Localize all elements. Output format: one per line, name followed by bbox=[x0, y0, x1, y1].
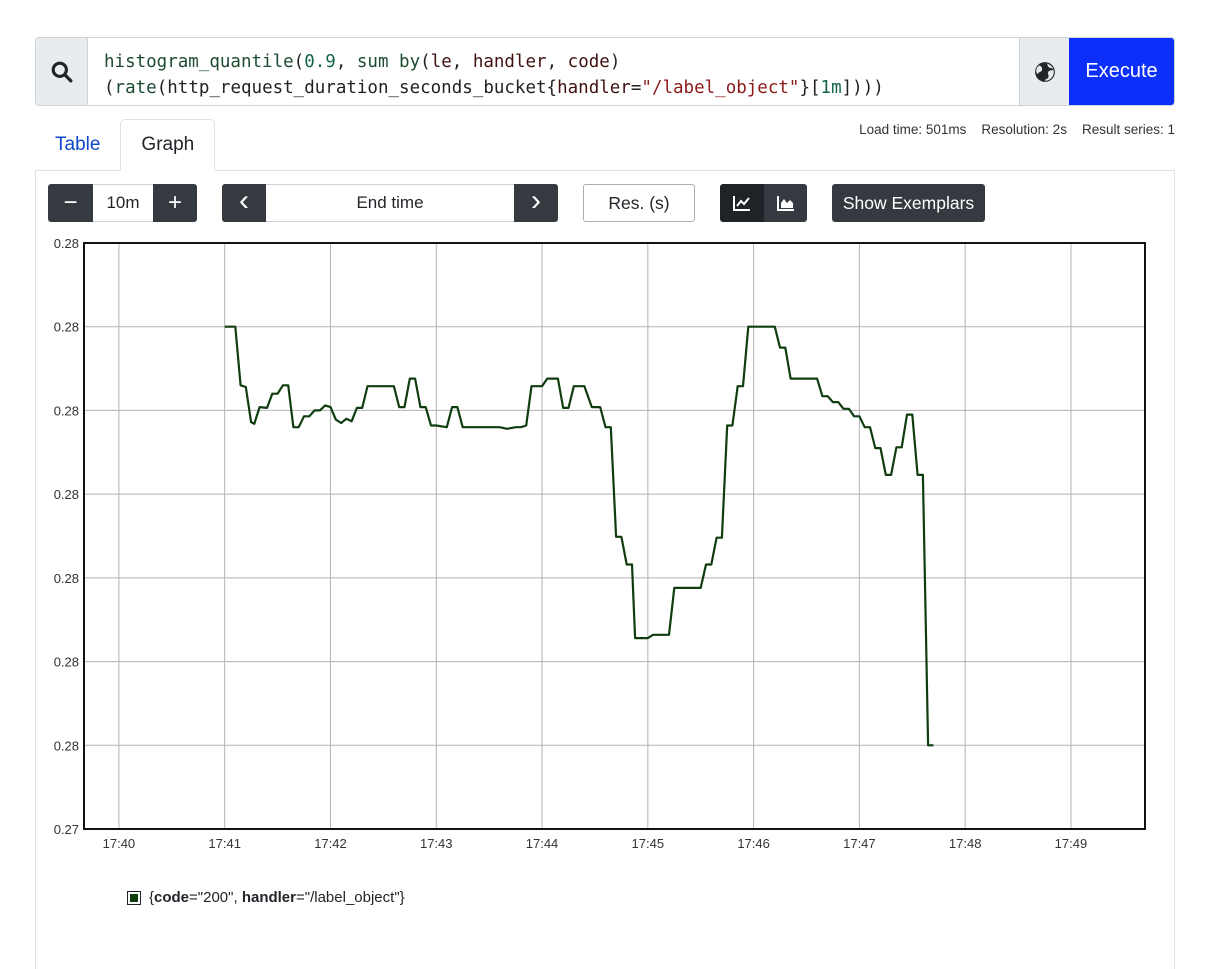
legend-label: {code="200", handler="/label_object"} bbox=[149, 889, 405, 906]
y-tick-label: 0.28 bbox=[54, 236, 79, 251]
plot-frame bbox=[83, 242, 1146, 830]
y-tick-label: 0.28 bbox=[54, 738, 79, 753]
x-tick-label: 17:44 bbox=[526, 836, 559, 851]
series-line bbox=[224, 325, 934, 747]
x-tick-label: 17:48 bbox=[949, 836, 982, 851]
x-tick-label: 17:43 bbox=[420, 836, 453, 851]
legend[interactable]: {code="200", handler="/label_object"} bbox=[127, 889, 405, 906]
y-tick-label: 0.28 bbox=[54, 571, 79, 586]
y-tick-label: 0.28 bbox=[54, 320, 79, 335]
x-tick-label: 17:47 bbox=[843, 836, 876, 851]
y-tick-label: 0.28 bbox=[54, 655, 79, 670]
y-tick-label: 0.28 bbox=[54, 487, 79, 502]
x-tick-label: 17:46 bbox=[737, 836, 770, 851]
x-tick-label: 17:42 bbox=[314, 836, 347, 851]
x-tick-label: 17:45 bbox=[632, 836, 665, 851]
x-tick-label: 17:49 bbox=[1055, 836, 1088, 851]
x-tick-label: 17:41 bbox=[208, 836, 241, 851]
legend-swatch bbox=[127, 890, 141, 905]
y-tick-label: 0.28 bbox=[54, 403, 79, 418]
y-tick-label: 0.27 bbox=[54, 822, 79, 837]
x-tick-label: 17:40 bbox=[103, 836, 136, 851]
tab-graph[interactable]: Graph bbox=[120, 119, 216, 171]
